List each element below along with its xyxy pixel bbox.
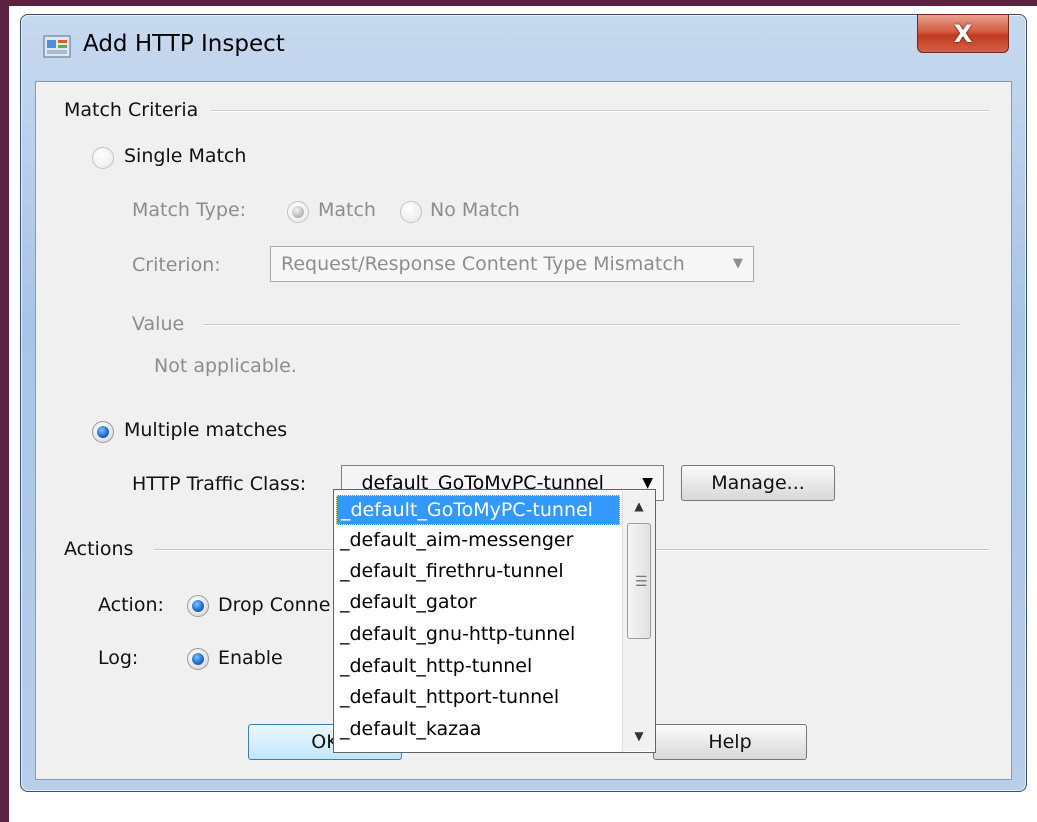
match-type-label: Match Type:: [132, 199, 247, 221]
multiple-matches-label: Multiple matches: [124, 419, 288, 441]
criterion-select[interactable]: Request/Response Content Type Mismatch ▼: [270, 246, 754, 282]
value-text: Not applicable.: [154, 355, 297, 377]
match-radio-label: Match: [318, 199, 376, 221]
manage-button[interactable]: Manage...: [681, 465, 835, 501]
dropdown-item[interactable]: _default_aim-messenger: [336, 526, 620, 556]
scrollbar-thumb[interactable]: ☰: [627, 523, 651, 639]
drop-connection-label: Drop Conne: [218, 594, 331, 616]
value-heading: Value: [132, 313, 185, 335]
log-enable-label: Enable: [218, 647, 283, 669]
title-bar[interactable]: Add HTTP Inspect X: [21, 14, 1026, 81]
scroll-up-arrow-icon[interactable]: ▲: [623, 491, 655, 521]
no-match-radio[interactable]: [400, 201, 422, 223]
outer-frame-top: [0, 0, 1037, 6]
actions-heading: Actions: [64, 538, 134, 560]
no-match-radio-label: No Match: [430, 199, 520, 221]
dropdown-item[interactable]: _default_httport-tunnel: [336, 683, 620, 713]
chevron-down-icon: ▼: [733, 256, 743, 271]
grip-icon: ☰: [635, 574, 648, 590]
dropdown-item[interactable]: _default_gnu-http-tunnel: [336, 620, 620, 650]
criterion-value: Request/Response Content Type Mismatch: [281, 253, 685, 275]
match-radio[interactable]: [287, 201, 309, 223]
http-traffic-class-dropdown-list[interactable]: _default_GoToMyPC-tunnel _default_aim-me…: [333, 489, 656, 753]
dropdown-item[interactable]: _default_http-tunnel: [336, 652, 620, 682]
value-separator: [203, 324, 960, 326]
window-title: Add HTTP Inspect: [83, 31, 285, 57]
http-traffic-class-label: HTTP Traffic Class:: [132, 473, 307, 495]
dropdown-item[interactable]: _default_firethru-tunnel: [336, 557, 620, 587]
drop-connection-radio[interactable]: [187, 595, 209, 617]
single-match-radio[interactable]: [92, 147, 114, 169]
criterion-label: Criterion:: [132, 254, 221, 276]
dropdown-item[interactable]: _default_GoToMyPC-tunnel: [336, 495, 620, 525]
match-criteria-heading: Match Criteria: [64, 99, 199, 121]
single-match-label: Single Match: [124, 145, 247, 167]
help-button[interactable]: Help: [653, 724, 807, 760]
match-criteria-separator: [211, 110, 989, 112]
dropdown-scrollbar[interactable]: ▲ ☰ ▼: [622, 491, 655, 751]
outer-frame-left: [0, 0, 9, 822]
multiple-matches-radio[interactable]: [92, 421, 114, 443]
scroll-down-arrow-icon[interactable]: ▼: [623, 721, 655, 751]
asdm-app-icon: [43, 35, 71, 58]
close-icon: X: [953, 19, 973, 48]
close-button[interactable]: X: [917, 14, 1009, 53]
dropdown-item[interactable]: _default_gator: [336, 588, 620, 618]
dropdown-item[interactable]: _default_kazaa: [336, 715, 620, 745]
log-enable-radio[interactable]: [187, 648, 209, 670]
log-label: Log:: [98, 647, 139, 669]
action-label: Action:: [98, 594, 164, 616]
